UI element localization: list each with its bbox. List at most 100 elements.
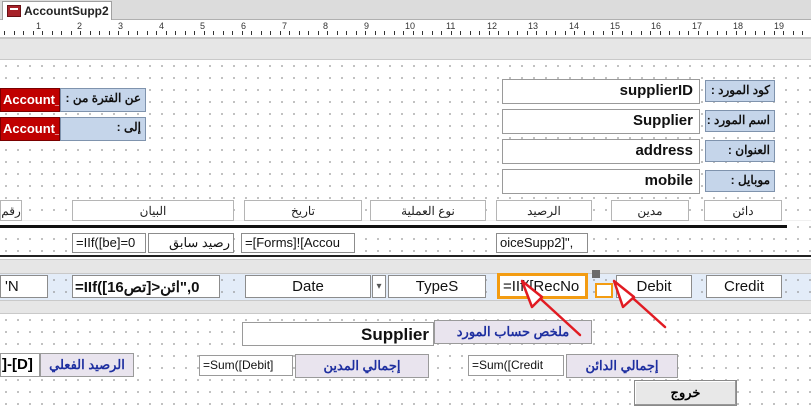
ruler-tick (242, 31, 243, 35)
types-field[interactable]: TypeS (388, 275, 486, 298)
supplier-name-field[interactable]: Supplier (502, 109, 700, 134)
ruler-tick (460, 31, 461, 35)
ruler-tick (356, 31, 357, 35)
ruler-tick (755, 31, 756, 35)
column-header-operation-type[interactable]: نوع العملية (370, 200, 486, 221)
report-icon (7, 5, 21, 17)
horizontal-ruler: 1 2 3 4 5 6 7 8 9 10 11 12 13 14 15 16 17 18 19 (0, 20, 811, 38)
header-divider-line (0, 225, 787, 228)
detail-section-bar[interactable] (0, 259, 811, 274)
ruler-tick (90, 31, 91, 35)
ruler-number: 16 (651, 21, 662, 31)
date-picker-dropdown[interactable]: ▾ (372, 275, 386, 298)
ruler-tick (802, 31, 803, 35)
ruler-tick (251, 31, 252, 35)
actual-balance-formula[interactable]: ]-[D] (0, 353, 40, 377)
credit-field[interactable]: Credit (706, 275, 782, 298)
ruler-tick (128, 31, 129, 35)
ruler-tick (23, 31, 24, 35)
ruler-tick (80, 31, 81, 35)
sum-credit-field[interactable]: =Sum([Credit (468, 355, 564, 376)
ruler-tick (156, 31, 157, 35)
sum-debit-field[interactable]: =Sum([Debit] (199, 355, 293, 376)
supplier-id-field[interactable]: supplierID (502, 79, 700, 104)
ruler-tick (213, 31, 214, 35)
address-label: العنوان : (705, 140, 775, 162)
ruler-tick (783, 31, 784, 35)
address-field[interactable]: address (502, 139, 700, 164)
ruler-tick (175, 31, 176, 35)
ruler-tick (679, 31, 680, 35)
ruler-number: 18 (733, 21, 744, 31)
ruler-tick (470, 31, 471, 35)
ruler-tick (764, 31, 765, 35)
ruler-tick (270, 31, 271, 35)
date-field[interactable]: Date (245, 275, 371, 298)
ruler-tick (99, 31, 100, 35)
ruler-tick (194, 31, 195, 35)
ruler-tick (375, 31, 376, 35)
forms-reference-field[interactable]: =[Forms]![Accou (241, 233, 355, 253)
ruler-tick (137, 31, 138, 35)
ruler-tick (346, 31, 347, 35)
ruler-tick (546, 31, 547, 35)
ruler-number: 6 (241, 21, 247, 31)
ruler-tick (622, 31, 623, 35)
ruler-tick (641, 31, 642, 35)
column-header-balance[interactable]: الرصيد (496, 200, 592, 221)
ruler-tick (498, 31, 499, 35)
ruler-tick (593, 31, 594, 35)
ruler-tick (261, 31, 262, 35)
ruler-tick (451, 31, 452, 35)
n-field[interactable]: 'N (0, 275, 48, 298)
mobile-label: موبايل : (705, 170, 775, 192)
annotation-arrows (520, 279, 667, 337)
ruler-tick (4, 31, 5, 35)
ruler-tick (14, 31, 15, 35)
column-header-number[interactable]: رقم (0, 200, 22, 221)
column-header-description[interactable]: البيان (72, 200, 234, 221)
ruler-tick (555, 31, 556, 35)
ruler-number: 2 (77, 21, 83, 31)
ruler-number: 13 (528, 21, 539, 31)
tab-label: AccountSupp2 (24, 4, 109, 18)
ruler-number: 15 (610, 21, 621, 31)
column-header-credit[interactable]: دائن (704, 200, 782, 221)
report-header-bar[interactable] (0, 38, 811, 60)
iif-formula-field[interactable]: =IIf([تص16]>0,"ائن (72, 275, 220, 298)
ruler-tick (118, 31, 119, 35)
ruler-tick (745, 31, 746, 35)
ruler-tick (508, 31, 509, 35)
ruler-tick (603, 31, 604, 35)
tab-accountsupp2[interactable]: AccountSupp2 (2, 1, 112, 20)
period-from-label: عن الفترة من : (60, 88, 146, 112)
ruler-tick (688, 31, 689, 35)
ruler-number: 8 (323, 21, 329, 31)
ruler-number: 4 (159, 21, 165, 31)
ruler-tick (403, 31, 404, 35)
ruler-tick (280, 31, 281, 35)
ruler-tick (517, 31, 518, 35)
ruler-tick (289, 31, 290, 35)
ruler-tick (736, 31, 737, 35)
ruler-tick (308, 31, 309, 35)
column-header-debit[interactable]: مدين (611, 200, 689, 221)
ruler-number: 1 (36, 21, 42, 31)
ruler-tick (584, 31, 585, 35)
period-to-label: إلى : (60, 117, 146, 141)
exit-button[interactable]: خروج (634, 380, 737, 406)
ruler-tick (574, 31, 575, 35)
column-header-date[interactable]: تاريخ (244, 200, 362, 221)
footer-supplier-field[interactable]: Supplier (242, 322, 434, 346)
period-from-field[interactable]: Account_Pa (0, 88, 60, 112)
ruler-tick (441, 31, 442, 35)
ruler-tick (109, 31, 110, 35)
period-to-field[interactable]: Account_Pa (0, 117, 60, 141)
supplier-id-label: كود المورد : (705, 80, 775, 102)
report-footer-bar[interactable] (0, 300, 811, 314)
ruler-tick (147, 31, 148, 35)
ruler-tick (413, 31, 414, 35)
invoice-reference-field[interactable]: oiceSupp2]", (496, 233, 588, 253)
be-formula-field[interactable]: =IIf([be]=0 (72, 233, 146, 253)
mobile-field[interactable]: mobile (502, 169, 700, 194)
